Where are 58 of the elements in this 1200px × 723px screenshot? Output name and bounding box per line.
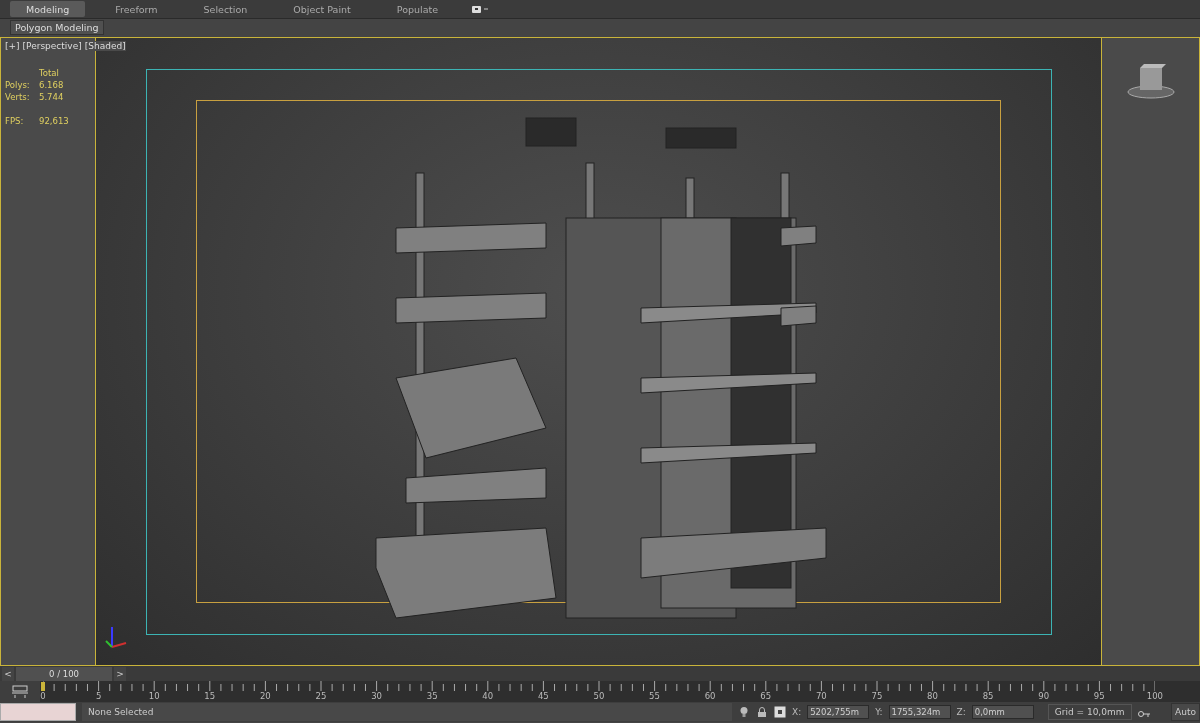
- frame-number: 20: [259, 691, 271, 701]
- viewport-label[interactable]: [+]: [5, 41, 20, 51]
- ribbon-tab[interactable]: Modeling: [10, 1, 86, 17]
- stat-value: 6.168: [39, 80, 65, 90]
- time-marker[interactable]: [41, 682, 45, 691]
- viewport-label[interactable]: [Shaded]: [84, 41, 126, 51]
- stats-header: Total: [39, 68, 60, 78]
- panel-label[interactable]: Polygon Modeling: [10, 19, 104, 35]
- axis-label: Z:: [956, 707, 966, 717]
- coordinate-field[interactable]: 1755,324m: [888, 705, 951, 719]
- coordinate-field[interactable]: 0,0mm: [971, 705, 1034, 719]
- frame-number: 45: [537, 691, 549, 701]
- frame-number: 100: [1146, 691, 1163, 701]
- transform-mode-icon[interactable]: [774, 706, 786, 718]
- grid-size: Grid = 10,0mm: [1047, 704, 1132, 720]
- viewport-label[interactable]: [Perspective]: [22, 41, 82, 51]
- stat-label: Polys:: [5, 80, 31, 90]
- fps-label: FPS:: [5, 116, 25, 126]
- frame-number: 15: [204, 691, 216, 701]
- ribbon-tab[interactable]: Freeform: [99, 1, 174, 17]
- frame-number: 35: [426, 691, 438, 701]
- stat-label: Verts:: [5, 92, 31, 102]
- selection-status: None Selected: [82, 703, 732, 721]
- frame-number: 50: [593, 691, 605, 701]
- stat-value: 5.744: [39, 92, 65, 102]
- axis-label: X:: [792, 707, 802, 717]
- key-filter-icon[interactable]: [11, 684, 29, 699]
- fps-value: 92,613: [39, 116, 70, 126]
- frame-number: 60: [704, 691, 716, 701]
- frame-number: 5: [95, 691, 102, 701]
- frame-number: 30: [371, 691, 382, 701]
- auto-key-button[interactable]: Auto: [1171, 703, 1200, 721]
- lock-icon[interactable]: [756, 706, 768, 718]
- frame-number: 80: [927, 691, 938, 701]
- frame-number: 40: [482, 691, 494, 701]
- lightbulb-icon[interactable]: [738, 706, 750, 718]
- frame-number: 90: [1038, 691, 1050, 701]
- script-listener-field[interactable]: [0, 703, 76, 721]
- view-cube-icon[interactable]: [1125, 62, 1176, 102]
- viewport[interactable]: [+] [Perspective] [Shaded] Total Polys: 6.168 Verts: 5.744 FPS: 92,613: [0, 37, 1200, 666]
- frame-number: 25: [315, 691, 327, 701]
- previous-frame-button[interactable]: <: [2, 666, 14, 681]
- ribbon-tab[interactable]: Selection: [187, 1, 264, 17]
- coordinate-field[interactable]: 5202,755m: [807, 705, 870, 719]
- frame-number: 55: [649, 691, 660, 701]
- dropdown-icon[interactable]: [472, 4, 489, 14]
- time-slider-thumb[interactable]: 0 / 100: [16, 666, 112, 681]
- frame-number: 95: [1093, 691, 1105, 701]
- frame-number: 70: [815, 691, 827, 701]
- next-frame-button[interactable]: >: [114, 666, 126, 681]
- frame-number: 75: [871, 691, 883, 701]
- frame-number: 65: [760, 691, 772, 701]
- ribbon-tab[interactable]: Populate: [380, 1, 455, 17]
- axis-label: Y:: [875, 707, 883, 717]
- frame-number: 0: [40, 691, 46, 701]
- frame-number: 85: [982, 691, 994, 701]
- ribbon-tab[interactable]: Object Paint: [277, 1, 367, 17]
- frame-number: 10: [148, 691, 160, 701]
